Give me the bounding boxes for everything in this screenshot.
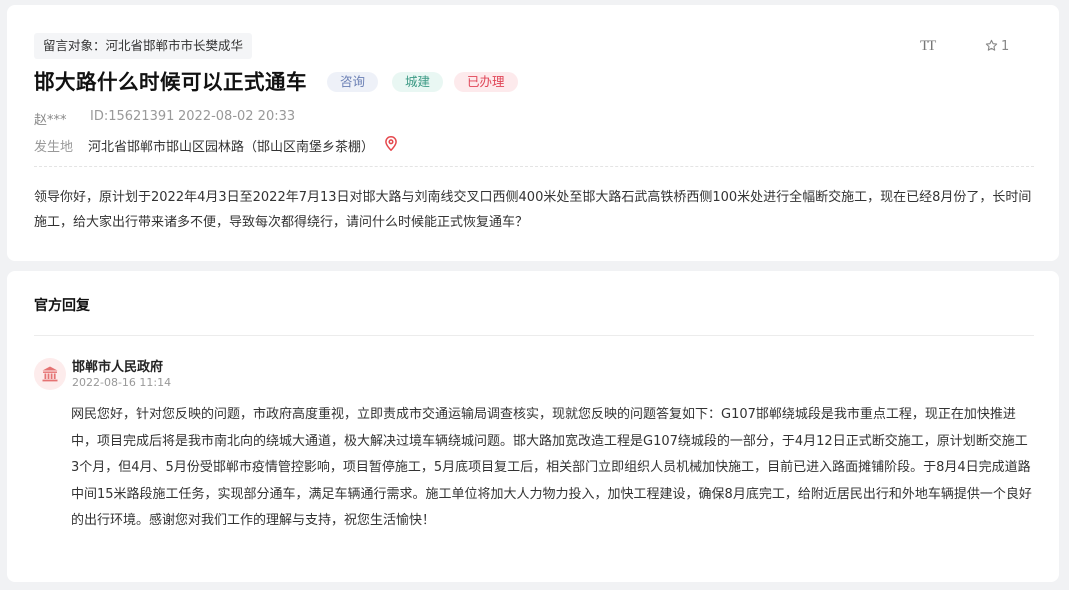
location-value: 河北省邯郸市邯山区园林路（邯山区南堡乡茶棚） [88,140,375,155]
reply-org-name: 邯郸市人民政府 [72,360,164,375]
message-time: 2022-08-02 20:33 [178,109,296,124]
font-size-toggle-button[interactable]: TT [920,38,936,55]
divider [34,335,1034,336]
tag-construction-badge[interactable]: 城建 [392,72,444,92]
government-building-icon [42,366,58,382]
question-card: 留言对象：河北省邯郸市市长樊成华 邯大路什么时候可以正式通车 咨询 城建 已办理… [7,5,1059,261]
star-icon [985,39,998,51]
map-pin-icon[interactable] [385,136,397,155]
favorite-button[interactable]: 1 [985,37,1009,57]
favorite-count: 1 [1001,39,1010,54]
reply-card: 官方回复 邯郸市人民政府 2022-08-16 11:14 网民您好，针对您反映… [7,271,1059,582]
reply-time: 2022-08-16 11:14 [72,376,172,389]
reply-body: 网民您好，针对您反映的问题，市政府高度重视，立即责成市交通运输局调查核实，现就您… [71,407,1032,528]
divider [34,166,1034,167]
message-id: ID:15621391 [90,109,175,124]
reply-section-title: 官方回复 [34,298,90,314]
font-size-icon: TT [920,38,936,54]
avatar [34,358,66,390]
location-label: 发生地 [34,140,74,155]
page-title: 邯大路什么时候可以正式通车 [34,70,307,94]
message-target: 留言对象：河北省邯郸市市长樊成华 [34,33,253,59]
author-name: 赵*** [34,113,67,128]
question-body: 领导你好，原计划于2022年4月3日至2022年7月13日对邯大路与刘南线交叉口… [34,190,1032,230]
status-badge: 已办理 [454,72,518,92]
tag-consult-badge[interactable]: 咨询 [327,72,379,92]
